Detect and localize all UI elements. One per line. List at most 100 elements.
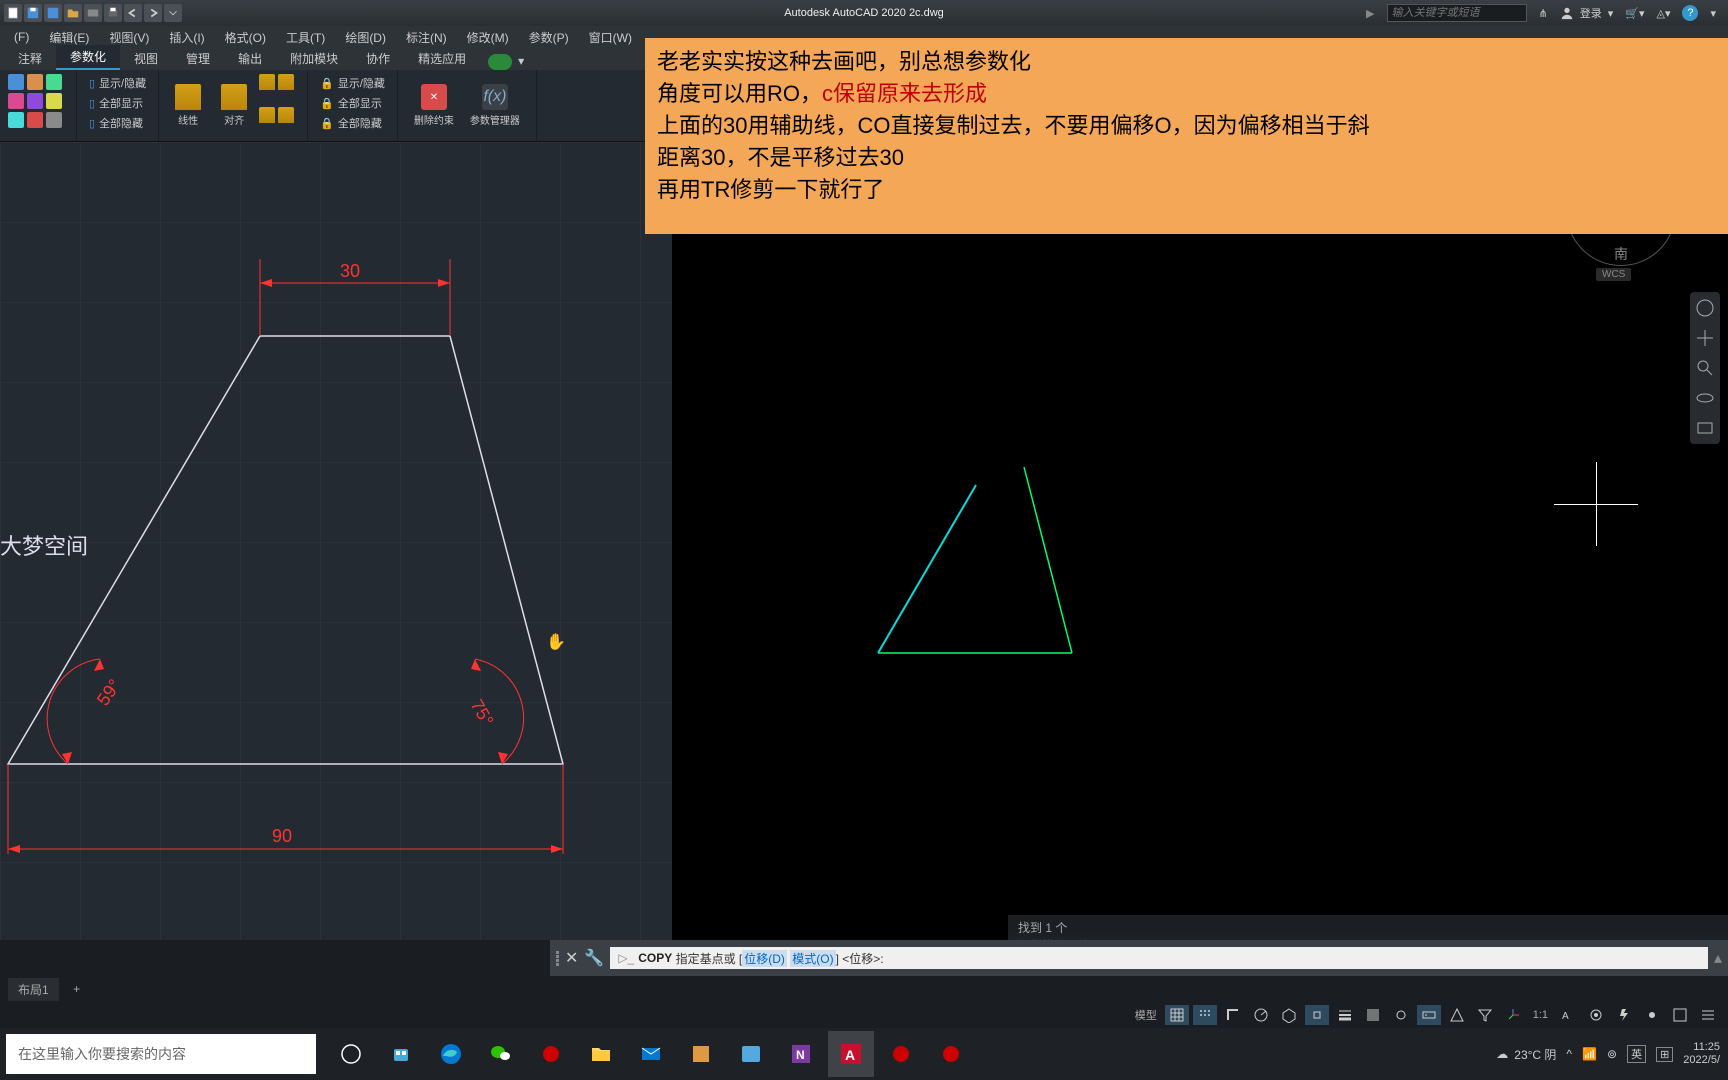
model-space-button[interactable]: 模型 (1131, 1005, 1161, 1025)
tab-output[interactable]: 输出 (224, 47, 276, 70)
ribbon-toggle-icon[interactable] (488, 54, 512, 70)
record3-icon[interactable] (928, 1031, 974, 1077)
customize-icon[interactable] (1696, 1005, 1720, 1025)
windows-search-input[interactable]: 在这里输入你要搜索的内容 (6, 1034, 316, 1074)
viewport-left[interactable]: 30 90 59° 75° 大梦空间 ✋ (0, 142, 672, 976)
redo-icon[interactable] (144, 4, 162, 22)
login-button[interactable]: 登录 ▾ (1560, 5, 1614, 21)
explorer-icon[interactable] (578, 1031, 624, 1077)
cmd-recent-icon[interactable]: ▴ (1714, 948, 1722, 968)
edge-icon[interactable] (428, 1031, 474, 1077)
menu-parametric[interactable]: 参数(P) (519, 27, 579, 48)
share-icon[interactable]: ⋔ (1539, 7, 1548, 20)
param-manager-button[interactable]: f(x) 参数管理器 (462, 74, 528, 137)
task-view-icon[interactable] (328, 1031, 374, 1077)
show-hide-dim-button[interactable]: 🔒显示/隐藏 (316, 74, 389, 92)
constraint-icon[interactable] (259, 107, 275, 123)
onenote-icon[interactable]: N (778, 1031, 824, 1077)
plot-icon[interactable] (84, 4, 102, 22)
aligned-button[interactable]: 对齐 (213, 74, 255, 137)
wcs-label[interactable]: WCS (1596, 268, 1631, 281)
snap-icon[interactable] (1193, 1005, 1217, 1025)
print-icon[interactable] (104, 4, 122, 22)
save-as-icon[interactable] (44, 4, 62, 22)
help-icon[interactable]: ? (1682, 5, 1698, 21)
autocad-icon[interactable]: A (828, 1031, 874, 1077)
tab-annotate[interactable]: 注释 (4, 47, 56, 70)
command-input[interactable]: ▷_ COPY 指定基点或 [ 位移(D) 模式(O) ] <位移>: (610, 947, 1708, 969)
scale-label[interactable]: 1:1 (1529, 1007, 1552, 1023)
tab-parametric[interactable]: 参数化 (56, 45, 120, 70)
nav-fullnav-icon[interactable] (1695, 298, 1715, 318)
nav-zoom-icon[interactable] (1695, 358, 1715, 378)
save-icon[interactable] (24, 4, 42, 22)
constraint-icon[interactable] (259, 74, 275, 90)
show-all-button[interactable]: ▯全部显示 (85, 94, 150, 112)
cart-icon[interactable]: 🛒▾ (1625, 7, 1644, 20)
ribbon-minimize-icon[interactable]: ▾ (518, 54, 524, 70)
hardware-accel-icon[interactable] (1612, 1005, 1636, 1025)
lineweight-icon[interactable] (1333, 1005, 1357, 1025)
nav-pan-icon[interactable] (1695, 328, 1715, 348)
nav-orbit-icon[interactable] (1695, 388, 1715, 408)
annotation-monitor-icon[interactable] (1445, 1005, 1469, 1025)
cmd-option[interactable]: 位移(D) (742, 950, 787, 967)
tab-addins[interactable]: 附加模块 (276, 47, 352, 70)
cmd-grip-icon[interactable] (556, 951, 559, 966)
viewport-right[interactable]: 西 东 南 上 WCS 找到 1 个 复制模式 = 多个 (672, 142, 1728, 976)
ime-lang-icon[interactable]: ⊞ (1656, 1047, 1673, 1062)
tab-view[interactable]: 视图 (120, 47, 172, 70)
open-icon[interactable] (64, 4, 82, 22)
menu-window[interactable]: 窗口(W) (579, 27, 642, 48)
help-search-input[interactable] (1387, 4, 1527, 22)
autodesk-icon[interactable]: ◬▾ (1656, 7, 1670, 20)
constraint-icon[interactable] (278, 74, 294, 90)
wechat-icon[interactable] (478, 1031, 524, 1077)
ortho-icon[interactable] (1221, 1005, 1245, 1025)
nav-showmotion-icon[interactable] (1695, 418, 1715, 438)
tray-chevron-icon[interactable]: ^ (1566, 1047, 1572, 1061)
new-icon[interactable] (4, 4, 22, 22)
undo-icon[interactable] (124, 4, 142, 22)
delete-constraint-button[interactable]: ✕ 删除约束 (406, 74, 462, 137)
tab-manage[interactable]: 管理 (172, 47, 224, 70)
record2-icon[interactable] (878, 1031, 924, 1077)
dynamic-input-icon[interactable] (1417, 1005, 1441, 1025)
hide-all-dim-button[interactable]: 🔒全部隐藏 (316, 114, 389, 132)
qat-dropdown-icon[interactable] (164, 4, 182, 22)
cycling-icon[interactable] (1389, 1005, 1413, 1025)
linear-button[interactable]: 线性 (167, 74, 209, 137)
cmd-close-icon[interactable]: ✕ (565, 948, 578, 968)
add-layout-button[interactable]: + (67, 980, 87, 998)
menu-file[interactable]: (F) (4, 28, 39, 46)
wifi-icon[interactable]: ⊚ (1607, 1047, 1617, 1061)
clock[interactable]: 11:25 2022/5/ (1683, 1041, 1720, 1067)
clean-screen-icon[interactable] (1668, 1005, 1692, 1025)
menu-insert[interactable]: 插入(I) (159, 27, 214, 48)
show-hide-button[interactable]: ▯显示/隐藏 (85, 74, 150, 92)
weather-widget[interactable]: ☁ 23°C 阴 (1496, 1046, 1556, 1063)
polar-icon[interactable] (1249, 1005, 1273, 1025)
cmd-option[interactable]: 模式(O) (790, 950, 835, 967)
grid-icon[interactable] (1165, 1005, 1189, 1025)
tab-featured[interactable]: 精选应用 (404, 47, 480, 70)
browser-icon[interactable] (728, 1031, 774, 1077)
ime-indicator[interactable]: 英 (1627, 1045, 1646, 1063)
isodraft-icon[interactable] (1277, 1005, 1301, 1025)
media-icon[interactable] (678, 1031, 724, 1077)
transparency-icon[interactable] (1361, 1005, 1385, 1025)
selection-filter-icon[interactable] (1473, 1005, 1497, 1025)
osnap-icon[interactable] (1305, 1005, 1329, 1025)
network-icon[interactable]: 📶 (1582, 1047, 1597, 1061)
viewcube-south[interactable]: 南 (1614, 244, 1628, 264)
menu-format[interactable]: 格式(O) (215, 27, 276, 48)
isolate-icon[interactable] (1640, 1005, 1664, 1025)
geometric-constraint-icons[interactable] (8, 74, 68, 128)
mail-icon[interactable] (628, 1031, 674, 1077)
gizmo-icon[interactable] (1501, 1005, 1525, 1025)
show-all-dim-button[interactable]: 🔒全部显示 (316, 94, 389, 112)
annotation-scale-icon[interactable]: A (1556, 1005, 1580, 1025)
store-icon[interactable] (378, 1031, 424, 1077)
tab-collaborate[interactable]: 协作 (352, 47, 404, 70)
hide-all-button[interactable]: ▯全部隐藏 (85, 114, 150, 132)
